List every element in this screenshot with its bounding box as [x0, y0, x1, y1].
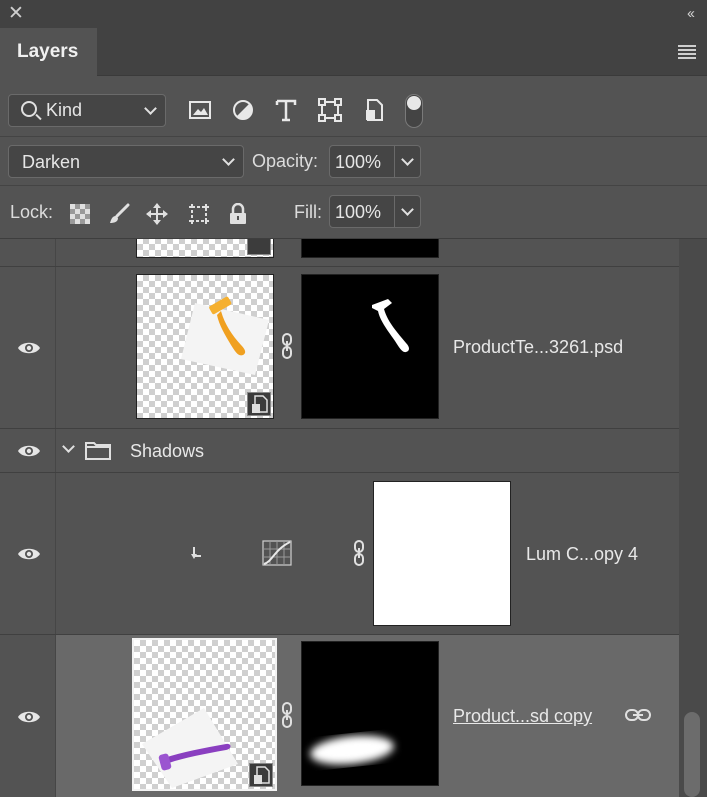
- layer-mask-thumbnail[interactable]: [301, 274, 439, 419]
- chevron-down-icon: [401, 203, 414, 216]
- lock-label: Lock:: [10, 202, 54, 222]
- layer-row-selected[interactable]: Product...sd copy: [0, 635, 679, 797]
- panel-tab-strip: Layers: [0, 28, 707, 77]
- layer-link-icon[interactable]: [625, 708, 651, 722]
- visibility-eye-icon[interactable]: [17, 444, 41, 458]
- layer-row[interactable]: ProductTe...3261.psd: [0, 267, 679, 429]
- layer-mask-thumbnail[interactable]: [301, 641, 439, 786]
- opacity-dropdown-button[interactable]: [395, 145, 421, 178]
- blend-row: Darken Opacity: 100%: [0, 137, 707, 186]
- adjustment-filter-icon[interactable]: [230, 97, 256, 123]
- lock-transparent-pixels-icon[interactable]: [69, 203, 91, 225]
- group-name[interactable]: Shadows: [130, 441, 204, 462]
- panel-menu-icon[interactable]: [678, 45, 696, 59]
- opacity-label: Opacity:: [252, 151, 319, 171]
- mask-shape: [372, 299, 409, 353]
- layer-row-partial[interactable]: [0, 239, 679, 267]
- layer-group-row[interactable]: Shadows: [0, 429, 679, 473]
- chevron-down-icon: [222, 153, 235, 166]
- layer-thumbnail-selected[interactable]: [132, 638, 277, 791]
- collapse-panel-icon[interactable]: ‹‹: [687, 5, 695, 22]
- close-icon[interactable]: ✕: [8, 4, 24, 24]
- layer-name[interactable]: ProductTe...3261.psd: [453, 337, 623, 358]
- smart-object-filter-icon[interactable]: [361, 97, 387, 123]
- layer-row[interactable]: Lum C...opy 4: [0, 473, 679, 635]
- shape-filter-icon[interactable]: [317, 97, 343, 123]
- filter-kind-label: Kind: [46, 100, 83, 120]
- layer-thumbnail[interactable]: [136, 274, 274, 419]
- clipping-mask-arrow-icon: [191, 547, 201, 559]
- chevron-down-icon: [144, 102, 157, 115]
- folder-icon: [85, 442, 111, 460]
- layers-scrollbar-thumb[interactable]: [684, 712, 700, 797]
- group-expand-chevron-icon[interactable]: [62, 440, 75, 453]
- blend-mode-value: Darken: [22, 152, 81, 172]
- visibility-eye-icon[interactable]: [17, 710, 41, 724]
- fill-dropdown-button[interactable]: [395, 195, 421, 228]
- smart-object-badge-icon: [249, 763, 273, 787]
- visibility-eye-icon[interactable]: [17, 341, 41, 355]
- layer-thumbnail[interactable]: [136, 239, 274, 258]
- opacity-input[interactable]: 100%: [329, 145, 395, 178]
- layers-list[interactable]: ProductTe...3261.psd Shadows Lum C...opy…: [0, 239, 679, 797]
- panel-titlebar: ✕ ‹‹: [0, 0, 707, 28]
- fill-label: Fill:: [294, 202, 322, 222]
- lock-artboard-icon[interactable]: [188, 203, 210, 225]
- smart-object-badge-icon: [247, 392, 271, 416]
- smart-object-badge-icon: [247, 239, 271, 255]
- lock-position-icon[interactable]: [146, 203, 168, 225]
- filter-toggle-switch[interactable]: [405, 94, 423, 128]
- layer-mask-thumbnail[interactable]: [373, 481, 511, 626]
- type-filter-icon[interactable]: [273, 97, 299, 123]
- curves-adjustment-icon: [262, 540, 292, 566]
- mask-link-icon[interactable]: [280, 702, 294, 728]
- mask-link-icon[interactable]: [352, 540, 366, 566]
- layer-name[interactable]: Lum C...opy 4: [526, 544, 638, 565]
- chevron-down-icon: [401, 153, 414, 166]
- layer-name[interactable]: Product...sd copy: [453, 706, 592, 727]
- filter-kind-dropdown[interactable]: Kind: [8, 94, 166, 127]
- toggle-knob: [407, 96, 421, 110]
- lock-image-pixels-icon[interactable]: [108, 203, 130, 225]
- mask-link-icon[interactable]: [280, 333, 294, 359]
- visibility-eye-icon[interactable]: [17, 547, 41, 561]
- image-filter-icon[interactable]: [187, 97, 213, 123]
- mask-shape: [310, 735, 394, 765]
- layer-mask-thumbnail[interactable]: [301, 239, 439, 258]
- blend-mode-dropdown[interactable]: Darken: [8, 145, 244, 178]
- fill-input[interactable]: 100%: [329, 195, 395, 228]
- tab-layers[interactable]: Layers: [0, 28, 97, 77]
- search-icon: [21, 101, 37, 117]
- lock-all-icon[interactable]: [227, 203, 249, 225]
- filter-row: Kind: [0, 77, 707, 137]
- lock-row: Lock: Fill: 100%: [0, 186, 707, 239]
